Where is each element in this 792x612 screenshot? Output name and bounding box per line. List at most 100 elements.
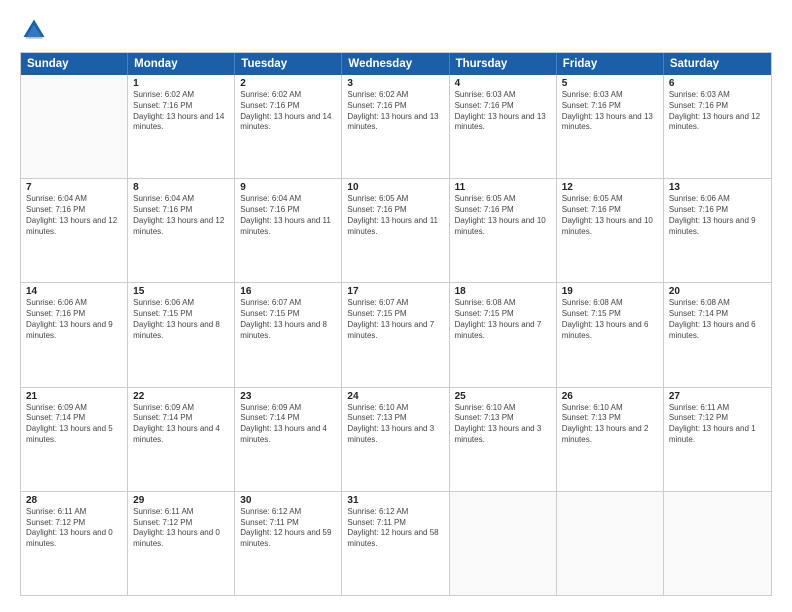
calendar-cell: 2Sunrise: 6:02 AMSunset: 7:16 PMDaylight… bbox=[235, 75, 342, 178]
header-day-sunday: Sunday bbox=[21, 53, 128, 75]
calendar-cell: 22Sunrise: 6:09 AMSunset: 7:14 PMDayligh… bbox=[128, 388, 235, 491]
day-number: 6 bbox=[669, 78, 766, 89]
calendar-row-4: 28Sunrise: 6:11 AMSunset: 7:12 PMDayligh… bbox=[21, 492, 771, 595]
cell-sun-info: Sunrise: 6:10 AMSunset: 7:13 PMDaylight:… bbox=[562, 403, 658, 446]
cell-sun-info: Sunrise: 6:11 AMSunset: 7:12 PMDaylight:… bbox=[26, 507, 122, 550]
header-day-wednesday: Wednesday bbox=[342, 53, 449, 75]
logo-icon bbox=[20, 16, 48, 44]
day-number: 8 bbox=[133, 182, 229, 193]
calendar-cell: 24Sunrise: 6:10 AMSunset: 7:13 PMDayligh… bbox=[342, 388, 449, 491]
cell-sun-info: Sunrise: 6:09 AMSunset: 7:14 PMDaylight:… bbox=[240, 403, 336, 446]
day-number: 4 bbox=[455, 78, 551, 89]
cell-sun-info: Sunrise: 6:05 AMSunset: 7:16 PMDaylight:… bbox=[562, 194, 658, 237]
calendar-row-2: 14Sunrise: 6:06 AMSunset: 7:16 PMDayligh… bbox=[21, 283, 771, 387]
calendar-cell bbox=[450, 492, 557, 595]
calendar-body: 1Sunrise: 6:02 AMSunset: 7:16 PMDaylight… bbox=[21, 75, 771, 595]
calendar-cell: 31Sunrise: 6:12 AMSunset: 7:11 PMDayligh… bbox=[342, 492, 449, 595]
cell-sun-info: Sunrise: 6:03 AMSunset: 7:16 PMDaylight:… bbox=[562, 90, 658, 133]
cell-sun-info: Sunrise: 6:03 AMSunset: 7:16 PMDaylight:… bbox=[455, 90, 551, 133]
cell-sun-info: Sunrise: 6:03 AMSunset: 7:16 PMDaylight:… bbox=[669, 90, 766, 133]
cell-sun-info: Sunrise: 6:12 AMSunset: 7:11 PMDaylight:… bbox=[240, 507, 336, 550]
header-day-saturday: Saturday bbox=[664, 53, 771, 75]
cell-sun-info: Sunrise: 6:12 AMSunset: 7:11 PMDaylight:… bbox=[347, 507, 443, 550]
day-number: 12 bbox=[562, 182, 658, 193]
day-number: 27 bbox=[669, 391, 766, 402]
calendar-cell bbox=[21, 75, 128, 178]
day-number: 19 bbox=[562, 286, 658, 297]
calendar-cell: 20Sunrise: 6:08 AMSunset: 7:14 PMDayligh… bbox=[664, 283, 771, 386]
day-number: 23 bbox=[240, 391, 336, 402]
header bbox=[20, 16, 772, 44]
day-number: 29 bbox=[133, 495, 229, 506]
cell-sun-info: Sunrise: 6:07 AMSunset: 7:15 PMDaylight:… bbox=[347, 298, 443, 341]
cell-sun-info: Sunrise: 6:04 AMSunset: 7:16 PMDaylight:… bbox=[240, 194, 336, 237]
cell-sun-info: Sunrise: 6:09 AMSunset: 7:14 PMDaylight:… bbox=[26, 403, 122, 446]
day-number: 24 bbox=[347, 391, 443, 402]
header-day-monday: Monday bbox=[128, 53, 235, 75]
header-day-thursday: Thursday bbox=[450, 53, 557, 75]
day-number: 28 bbox=[26, 495, 122, 506]
calendar-cell: 1Sunrise: 6:02 AMSunset: 7:16 PMDaylight… bbox=[128, 75, 235, 178]
calendar-cell: 3Sunrise: 6:02 AMSunset: 7:16 PMDaylight… bbox=[342, 75, 449, 178]
day-number: 1 bbox=[133, 78, 229, 89]
calendar-cell: 30Sunrise: 6:12 AMSunset: 7:11 PMDayligh… bbox=[235, 492, 342, 595]
calendar-cell: 4Sunrise: 6:03 AMSunset: 7:16 PMDaylight… bbox=[450, 75, 557, 178]
day-number: 17 bbox=[347, 286, 443, 297]
calendar-cell bbox=[664, 492, 771, 595]
cell-sun-info: Sunrise: 6:06 AMSunset: 7:16 PMDaylight:… bbox=[669, 194, 766, 237]
calendar-row-0: 1Sunrise: 6:02 AMSunset: 7:16 PMDaylight… bbox=[21, 75, 771, 179]
calendar-cell: 18Sunrise: 6:08 AMSunset: 7:15 PMDayligh… bbox=[450, 283, 557, 386]
calendar-row-1: 7Sunrise: 6:04 AMSunset: 7:16 PMDaylight… bbox=[21, 179, 771, 283]
cell-sun-info: Sunrise: 6:11 AMSunset: 7:12 PMDaylight:… bbox=[133, 507, 229, 550]
cell-sun-info: Sunrise: 6:10 AMSunset: 7:13 PMDaylight:… bbox=[455, 403, 551, 446]
calendar-cell: 26Sunrise: 6:10 AMSunset: 7:13 PMDayligh… bbox=[557, 388, 664, 491]
calendar-cell: 7Sunrise: 6:04 AMSunset: 7:16 PMDaylight… bbox=[21, 179, 128, 282]
header-day-friday: Friday bbox=[557, 53, 664, 75]
cell-sun-info: Sunrise: 6:07 AMSunset: 7:15 PMDaylight:… bbox=[240, 298, 336, 341]
calendar-cell: 13Sunrise: 6:06 AMSunset: 7:16 PMDayligh… bbox=[664, 179, 771, 282]
calendar-cell: 28Sunrise: 6:11 AMSunset: 7:12 PMDayligh… bbox=[21, 492, 128, 595]
cell-sun-info: Sunrise: 6:09 AMSunset: 7:14 PMDaylight:… bbox=[133, 403, 229, 446]
cell-sun-info: Sunrise: 6:08 AMSunset: 7:15 PMDaylight:… bbox=[455, 298, 551, 341]
cell-sun-info: Sunrise: 6:08 AMSunset: 7:15 PMDaylight:… bbox=[562, 298, 658, 341]
cell-sun-info: Sunrise: 6:04 AMSunset: 7:16 PMDaylight:… bbox=[133, 194, 229, 237]
calendar-cell: 16Sunrise: 6:07 AMSunset: 7:15 PMDayligh… bbox=[235, 283, 342, 386]
calendar-cell: 23Sunrise: 6:09 AMSunset: 7:14 PMDayligh… bbox=[235, 388, 342, 491]
day-number: 13 bbox=[669, 182, 766, 193]
day-number: 21 bbox=[26, 391, 122, 402]
day-number: 11 bbox=[455, 182, 551, 193]
cell-sun-info: Sunrise: 6:04 AMSunset: 7:16 PMDaylight:… bbox=[26, 194, 122, 237]
day-number: 30 bbox=[240, 495, 336, 506]
day-number: 16 bbox=[240, 286, 336, 297]
day-number: 14 bbox=[26, 286, 122, 297]
calendar-cell: 21Sunrise: 6:09 AMSunset: 7:14 PMDayligh… bbox=[21, 388, 128, 491]
header-day-tuesday: Tuesday bbox=[235, 53, 342, 75]
calendar-cell bbox=[557, 492, 664, 595]
calendar-cell: 15Sunrise: 6:06 AMSunset: 7:15 PMDayligh… bbox=[128, 283, 235, 386]
calendar-cell: 27Sunrise: 6:11 AMSunset: 7:12 PMDayligh… bbox=[664, 388, 771, 491]
day-number: 31 bbox=[347, 495, 443, 506]
cell-sun-info: Sunrise: 6:06 AMSunset: 7:15 PMDaylight:… bbox=[133, 298, 229, 341]
day-number: 10 bbox=[347, 182, 443, 193]
cell-sun-info: Sunrise: 6:02 AMSunset: 7:16 PMDaylight:… bbox=[133, 90, 229, 133]
cell-sun-info: Sunrise: 6:11 AMSunset: 7:12 PMDaylight:… bbox=[669, 403, 766, 446]
calendar-cell: 12Sunrise: 6:05 AMSunset: 7:16 PMDayligh… bbox=[557, 179, 664, 282]
calendar-cell: 9Sunrise: 6:04 AMSunset: 7:16 PMDaylight… bbox=[235, 179, 342, 282]
day-number: 2 bbox=[240, 78, 336, 89]
cell-sun-info: Sunrise: 6:10 AMSunset: 7:13 PMDaylight:… bbox=[347, 403, 443, 446]
cell-sun-info: Sunrise: 6:02 AMSunset: 7:16 PMDaylight:… bbox=[240, 90, 336, 133]
calendar-cell: 8Sunrise: 6:04 AMSunset: 7:16 PMDaylight… bbox=[128, 179, 235, 282]
day-number: 9 bbox=[240, 182, 336, 193]
calendar-cell: 5Sunrise: 6:03 AMSunset: 7:16 PMDaylight… bbox=[557, 75, 664, 178]
page: SundayMondayTuesdayWednesdayThursdayFrid… bbox=[0, 0, 792, 612]
day-number: 15 bbox=[133, 286, 229, 297]
day-number: 20 bbox=[669, 286, 766, 297]
day-number: 25 bbox=[455, 391, 551, 402]
calendar-cell: 17Sunrise: 6:07 AMSunset: 7:15 PMDayligh… bbox=[342, 283, 449, 386]
calendar-cell: 29Sunrise: 6:11 AMSunset: 7:12 PMDayligh… bbox=[128, 492, 235, 595]
calendar-cell: 11Sunrise: 6:05 AMSunset: 7:16 PMDayligh… bbox=[450, 179, 557, 282]
day-number: 18 bbox=[455, 286, 551, 297]
cell-sun-info: Sunrise: 6:06 AMSunset: 7:16 PMDaylight:… bbox=[26, 298, 122, 341]
cell-sun-info: Sunrise: 6:08 AMSunset: 7:14 PMDaylight:… bbox=[669, 298, 766, 341]
day-number: 7 bbox=[26, 182, 122, 193]
